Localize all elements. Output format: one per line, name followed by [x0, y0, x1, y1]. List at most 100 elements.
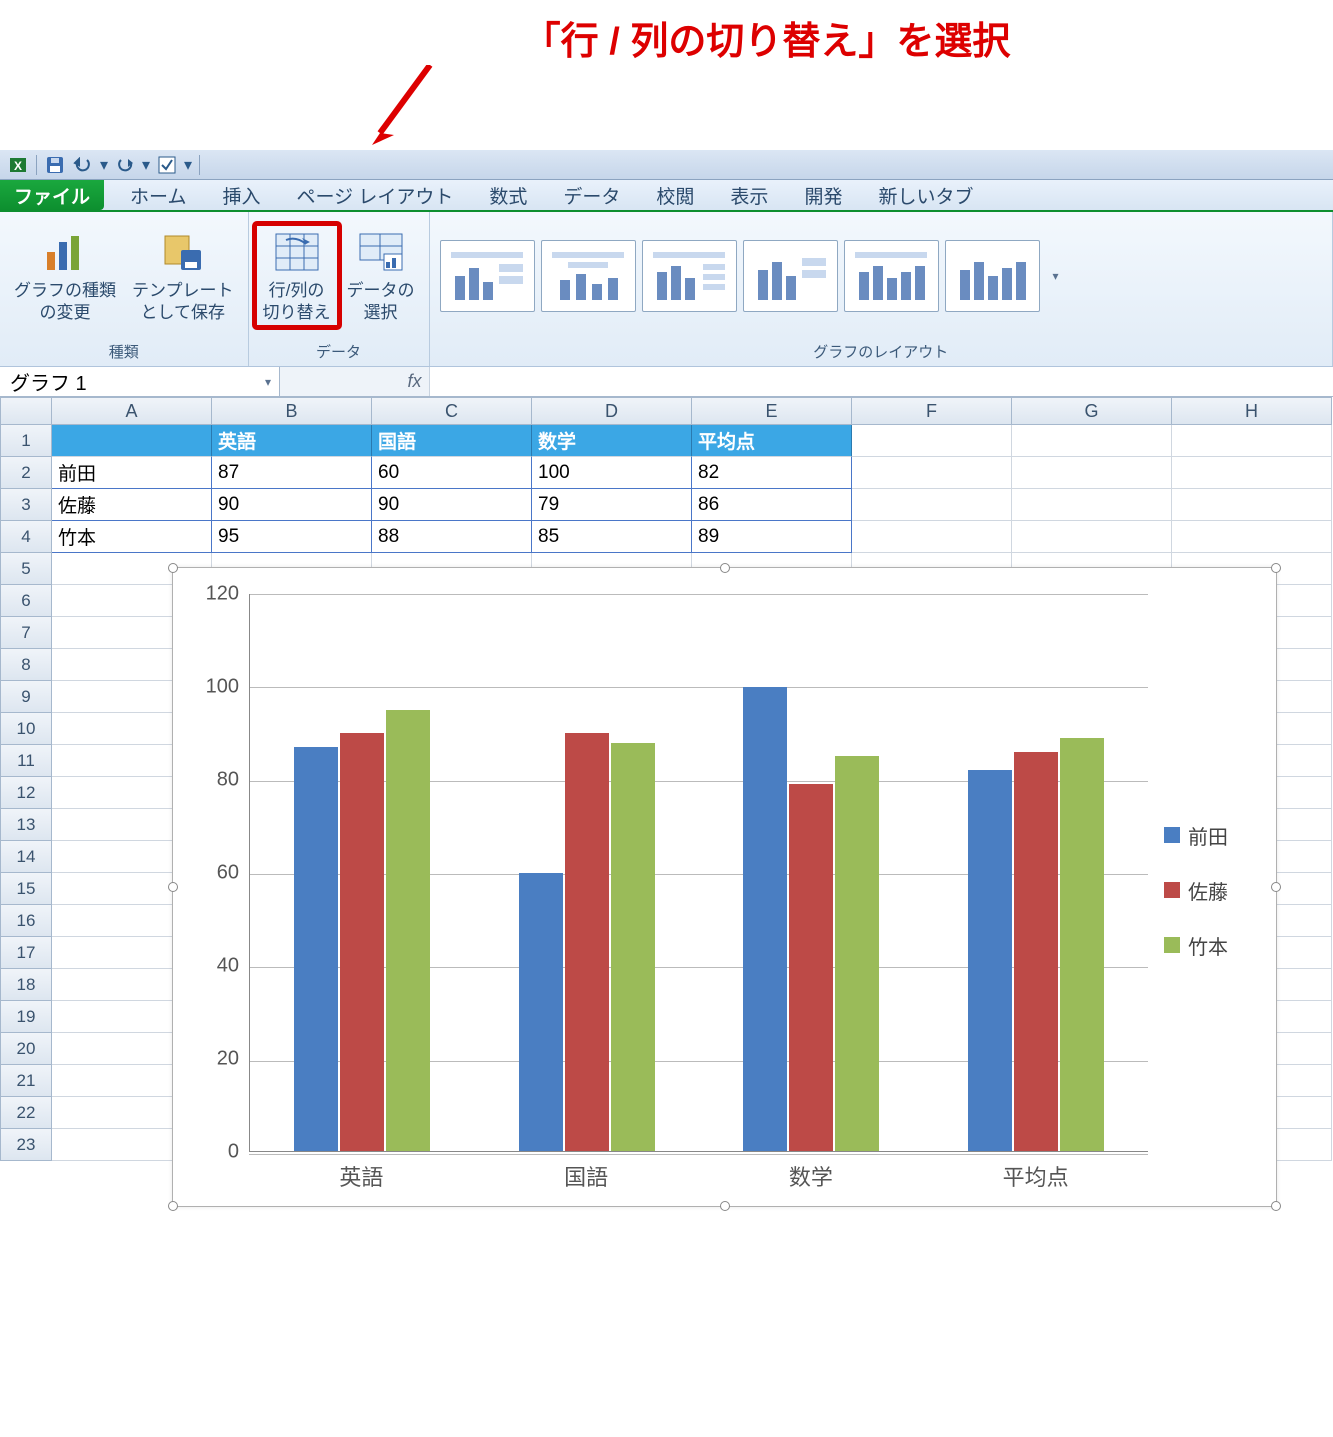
layout-thumb-1[interactable] — [440, 240, 535, 312]
cell[interactable]: 90 — [372, 489, 532, 521]
row-header[interactable]: 5 — [0, 553, 52, 585]
cell[interactable] — [1172, 489, 1332, 521]
row-header[interactable]: 10 — [0, 713, 52, 745]
cell[interactable] — [1012, 521, 1172, 553]
select-all-corner[interactable] — [0, 397, 52, 425]
layout-thumb-5[interactable] — [844, 240, 939, 312]
resize-handle[interactable] — [168, 1201, 178, 1211]
cell[interactable] — [852, 521, 1012, 553]
fx-label[interactable]: fx — [400, 367, 430, 396]
cell[interactable]: 90 — [212, 489, 372, 521]
row-header[interactable]: 18 — [0, 969, 52, 1001]
tab-view[interactable]: 表示 — [712, 180, 786, 210]
tab-file[interactable]: ファイル — [0, 180, 104, 210]
cell[interactable] — [1172, 521, 1332, 553]
row-header[interactable]: 19 — [0, 1001, 52, 1033]
chart-legend[interactable]: 前田佐藤竹本 — [1148, 586, 1258, 1194]
chart-plot-area[interactable]: 020406080100120 英語国語数学平均点 — [191, 586, 1148, 1194]
legend-item[interactable]: 竹本 — [1164, 931, 1258, 960]
cell[interactable]: 89 — [692, 521, 852, 553]
cell[interactable] — [852, 457, 1012, 489]
resize-handle[interactable] — [1271, 1201, 1281, 1211]
cell[interactable]: 60 — [372, 457, 532, 489]
row-header[interactable]: 9 — [0, 681, 52, 713]
formula-bar-input[interactable] — [430, 367, 1333, 396]
cell[interactable] — [1012, 489, 1172, 521]
row-header[interactable]: 6 — [0, 585, 52, 617]
resize-handle[interactable] — [1271, 882, 1281, 892]
chart-bar[interactable] — [565, 733, 609, 1151]
cell[interactable] — [852, 489, 1012, 521]
cell[interactable]: 85 — [532, 521, 692, 553]
cell[interactable]: 86 — [692, 489, 852, 521]
chart-bar[interactable] — [1014, 752, 1058, 1151]
tab-home[interactable]: ホーム — [112, 180, 204, 210]
row-header[interactable]: 8 — [0, 649, 52, 681]
cell[interactable]: 国語 — [372, 425, 532, 457]
tab-developer[interactable]: 開発 — [786, 180, 860, 210]
qat-dropdown-icon[interactable]: ▾ — [183, 154, 193, 176]
row-header[interactable]: 15 — [0, 873, 52, 905]
row-header[interactable]: 7 — [0, 617, 52, 649]
column-header[interactable]: F — [852, 397, 1012, 425]
redo-icon[interactable] — [113, 154, 137, 176]
chart-bar[interactable] — [968, 770, 1012, 1151]
select-data-button[interactable]: データの 選択 — [339, 224, 423, 327]
resize-handle[interactable] — [720, 1201, 730, 1211]
save-template-button[interactable]: テンプレート として保存 — [124, 224, 242, 327]
resize-handle[interactable] — [168, 563, 178, 573]
row-header[interactable]: 20 — [0, 1033, 52, 1065]
chart-bar[interactable] — [1060, 738, 1104, 1151]
row-header[interactable]: 11 — [0, 745, 52, 777]
undo-icon[interactable] — [71, 154, 95, 176]
row-header[interactable]: 2 — [0, 457, 52, 489]
gallery-more-dropdown[interactable]: ▾ — [1046, 240, 1066, 312]
layout-thumb-6[interactable] — [945, 240, 1040, 312]
cell[interactable]: 佐藤 — [52, 489, 212, 521]
chart-bar[interactable] — [789, 784, 833, 1151]
legend-item[interactable]: 前田 — [1164, 821, 1258, 850]
switch-row-column-button[interactable]: 行/列の 切り替え — [255, 224, 339, 327]
row-header[interactable]: 22 — [0, 1097, 52, 1129]
row-header[interactable]: 13 — [0, 809, 52, 841]
resize-handle[interactable] — [1271, 563, 1281, 573]
embedded-chart[interactable]: 020406080100120 英語国語数学平均点 前田佐藤竹本 — [172, 567, 1277, 1207]
cell[interactable]: 英語 — [212, 425, 372, 457]
chart-bar[interactable] — [835, 756, 879, 1151]
row-header[interactable]: 1 — [0, 425, 52, 457]
column-header[interactable]: B — [212, 397, 372, 425]
chart-bar[interactable] — [611, 743, 655, 1151]
row-header[interactable]: 3 — [0, 489, 52, 521]
tab-review[interactable]: 校閲 — [638, 180, 712, 210]
tab-page-layout[interactable]: ページ レイアウト — [278, 180, 471, 210]
row-header[interactable]: 16 — [0, 905, 52, 937]
row-header[interactable]: 4 — [0, 521, 52, 553]
column-header[interactable]: D — [532, 397, 692, 425]
cell[interactable] — [1172, 457, 1332, 489]
tab-insert[interactable]: 挿入 — [204, 180, 278, 210]
cell[interactable]: 79 — [532, 489, 692, 521]
redo-dropdown-icon[interactable]: ▾ — [141, 154, 151, 176]
row-header[interactable]: 17 — [0, 937, 52, 969]
cell[interactable] — [1172, 425, 1332, 457]
name-box[interactable]: グラフ 1 — [0, 367, 280, 396]
cell[interactable] — [1012, 457, 1172, 489]
chart-bar[interactable] — [386, 710, 430, 1151]
save-icon[interactable] — [43, 154, 67, 176]
cell[interactable]: 数学 — [532, 425, 692, 457]
column-header[interactable]: C — [372, 397, 532, 425]
row-header[interactable]: 14 — [0, 841, 52, 873]
tab-formulas[interactable]: 数式 — [471, 180, 545, 210]
legend-item[interactable]: 佐藤 — [1164, 876, 1258, 905]
tab-new[interactable]: 新しいタブ — [860, 180, 991, 210]
column-header[interactable]: H — [1172, 397, 1332, 425]
cell[interactable] — [852, 425, 1012, 457]
row-header[interactable]: 23 — [0, 1129, 52, 1161]
chart-bar[interactable] — [294, 747, 338, 1151]
layout-thumb-3[interactable] — [642, 240, 737, 312]
cell[interactable]: 竹本 — [52, 521, 212, 553]
cell[interactable] — [52, 425, 212, 457]
cell[interactable] — [1012, 425, 1172, 457]
cell[interactable]: 87 — [212, 457, 372, 489]
chart-bar[interactable] — [519, 873, 563, 1152]
